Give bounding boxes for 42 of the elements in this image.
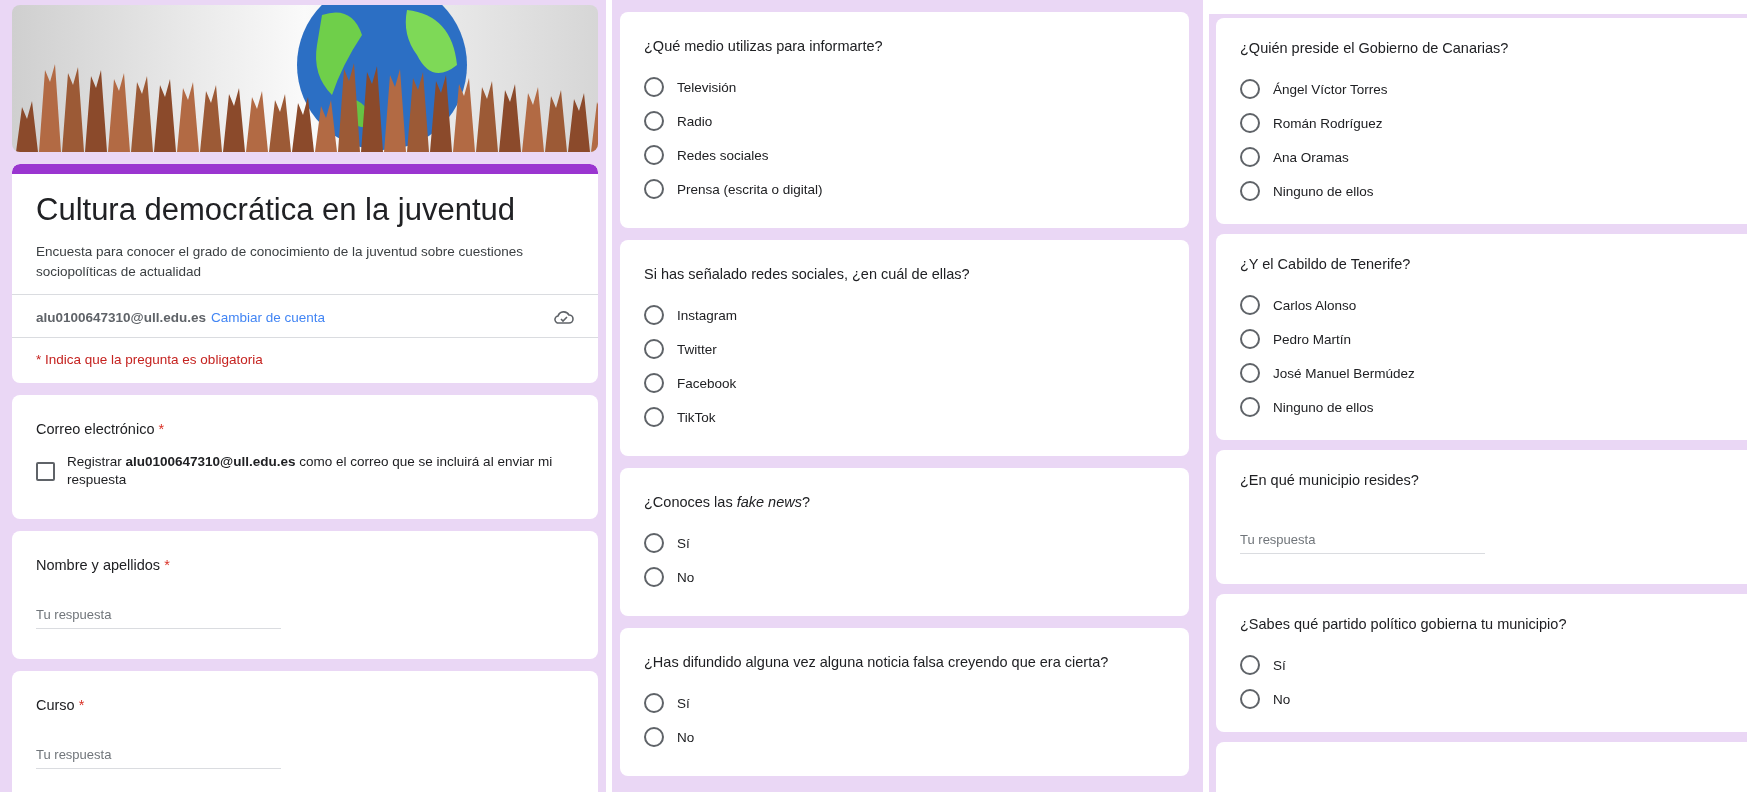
option-label: Sí xyxy=(677,535,690,551)
option-label: Facebook xyxy=(677,375,737,391)
form-title: Cultura democrática en la juventud xyxy=(36,192,517,228)
question-text: Si has señalado redes sociales, ¿en cuál de ellas? xyxy=(644,266,970,282)
account-email: alu0100647310@ull.edu.es xyxy=(36,309,206,325)
option-label: No xyxy=(1273,691,1291,707)
option-label: Prensa (escrita o digital) xyxy=(677,181,823,197)
option-label: Ninguno de ellos xyxy=(1273,183,1374,199)
option-label: Radio xyxy=(677,113,713,129)
question-text: ¿Conoces las fake news? xyxy=(644,494,811,510)
option-label: TikTok xyxy=(677,409,716,425)
option-label: Instagram xyxy=(677,307,738,323)
option-label: No xyxy=(677,729,695,745)
option-label: José Manuel Bermúdez xyxy=(1273,365,1415,381)
question-text: ¿Qué medio utilizas para informarte? xyxy=(644,38,883,54)
question-text: ¿Has difundido alguna vez alguna noticia falsa creyendo que era cierta? xyxy=(644,654,1109,670)
option-label: Ana Oramas xyxy=(1273,149,1349,165)
option-label: Televisión xyxy=(677,79,737,95)
checkbox-label: Registrar alu0100647310@ull.edu.es como el correo que se incluirá al enviar mi respuesta xyxy=(67,453,554,489)
switch-account-link[interactable]: Cambiar de cuenta xyxy=(211,309,326,325)
question-text: ¿Quién preside el Gobierno de Canarias? xyxy=(1240,40,1509,56)
required-note: * Indica que la pregunta es obligatoria xyxy=(36,352,263,367)
question-text: ¿Y el Cabildo de Tenerife? xyxy=(1240,256,1411,272)
question-text: ¿En qué municipio resides? xyxy=(1240,472,1419,488)
question-text: Curso xyxy=(36,697,75,713)
option-label: Ninguno de ellos xyxy=(1273,399,1374,415)
form-description: Encuesta para conocer el grado de conocimiento de la juventud sobre cuestiones sociopolíticas de actualidad xyxy=(36,243,525,281)
option-label: Pedro Martín xyxy=(1273,331,1352,347)
option-label: Sí xyxy=(677,695,690,711)
option-label: Twitter xyxy=(677,341,717,357)
question-text: Correo electrónico xyxy=(36,421,155,437)
option-label: Carlos Alonso xyxy=(1273,297,1357,313)
option-label: No xyxy=(677,569,695,585)
required-mark: * xyxy=(78,697,85,713)
question-text: Nombre y apellidos xyxy=(36,557,161,573)
question-text: ¿Sabes qué partido político gobierna tu municipio? xyxy=(1240,616,1567,632)
required-mark: * xyxy=(158,421,165,437)
option-label: Redes sociales xyxy=(677,147,769,163)
required-mark: * xyxy=(164,557,170,573)
option-label: Ángel Víctor Torres xyxy=(1273,81,1388,97)
option-label: Sí xyxy=(1273,657,1286,673)
option-label: Román Rodríguez xyxy=(1273,115,1383,131)
